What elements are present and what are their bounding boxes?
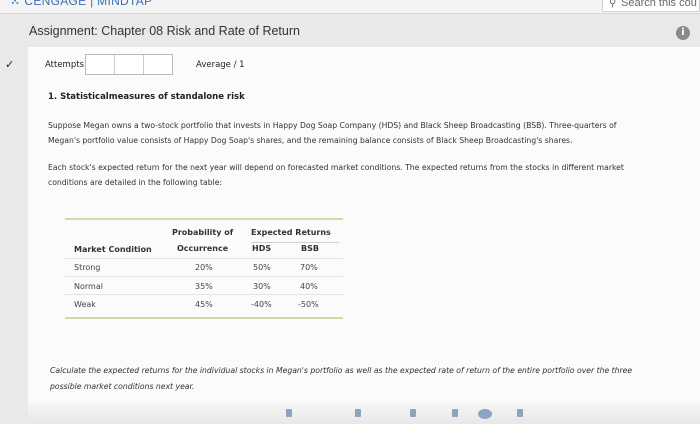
attempts-label: Attempts [45, 60, 84, 70]
header-market-condition: Market Condition [74, 245, 152, 254]
table-top-rule [65, 218, 343, 220]
scenario-paragraph: Suppose Megan owns a two-stock portfolio… [48, 118, 698, 148]
paragraph-line: conditions are detailed in the following… [48, 178, 223, 187]
conditions-paragraph: Each stock's expected return for the nex… [48, 160, 698, 190]
paragraph-line: Megan's portfolio value consists of Happ… [48, 136, 573, 145]
cell-probability: 45% [195, 300, 213, 309]
bottom-toolbar-strip [28, 403, 700, 424]
info-icon[interactable]: i [676, 26, 690, 40]
question-title: 1. Statisticalmeasures of standalone ris… [48, 92, 245, 102]
toolbar-marker [517, 409, 523, 417]
prompt-line: possible market conditions next year. [50, 382, 195, 391]
attempts-boxes [85, 54, 173, 75]
paragraph-line: Suppose Megan owns a two-stock portfolio… [48, 121, 617, 130]
top-bar: ⁙ CENGAGE | MINDTAP ⚲ Search this cou [0, 0, 700, 14]
cell-condition: Strong [74, 263, 101, 272]
checkmark-icon: ✓ [5, 58, 15, 71]
logo-dots-icon: ⁙ [10, 0, 21, 8]
attempt-box [115, 55, 144, 74]
row-divider [65, 294, 343, 295]
assignment-title: Assignment: Chapter 08 Risk and Rate of … [29, 24, 300, 38]
cell-condition: Normal [74, 282, 103, 291]
cell-bsb: 40% [300, 282, 318, 291]
cell-probability: 20% [195, 263, 213, 272]
toolbar-blob-icon [478, 409, 492, 419]
header-probability-line1: Probability of [172, 228, 234, 237]
paragraph-line: Each stock's expected return for the nex… [48, 163, 624, 172]
cell-condition: Weak [74, 300, 96, 309]
cell-hds: 50% [253, 263, 271, 272]
cell-bsb: -50% [298, 300, 319, 309]
expected-returns-underline [251, 242, 339, 243]
header-divider [65, 258, 343, 259]
header-hds: HDS [252, 244, 272, 253]
row-divider [65, 276, 343, 277]
search-placeholder: Search this cou [621, 0, 697, 9]
prompt-line: Calculate the expected returns for the i… [50, 366, 633, 375]
toolbar-marker [410, 409, 416, 417]
cell-bsb: 70% [300, 263, 318, 272]
toolbar-marker [355, 409, 361, 417]
toolbar-marker [452, 409, 458, 417]
header-expected-returns: Expected Returns [251, 228, 331, 237]
brand-name: CENGAGE | MINDTAP [24, 0, 153, 8]
search-box[interactable]: ⚲ Search this cou [602, 0, 700, 12]
returns-table: Probability of Occurrence Expected Retur… [65, 218, 343, 321]
attempt-box [86, 55, 115, 74]
cell-probability: 35% [195, 282, 213, 291]
calculation-prompt: Calculate the expected returns for the i… [50, 363, 695, 395]
header-bsb: BSB [301, 244, 319, 253]
header-probability-line2: Occurrence [177, 244, 229, 253]
brand-logo[interactable]: ⁙ CENGAGE | MINDTAP [10, 0, 152, 8]
cell-hds: 30% [253, 282, 271, 291]
attempt-box [144, 55, 172, 74]
cell-hds: -40% [251, 300, 272, 309]
table-bottom-rule [65, 317, 343, 319]
toolbar-marker [286, 409, 292, 417]
average-label: Average / 1 [196, 60, 245, 70]
search-icon: ⚲ [609, 0, 617, 9]
